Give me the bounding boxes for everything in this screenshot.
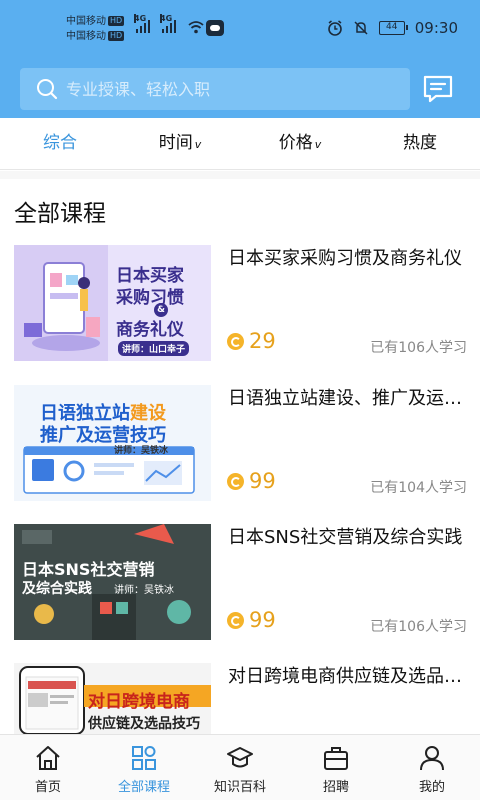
search-input[interactable] — [66, 79, 386, 99]
nav-knowledge[interactable]: 知识百科 — [192, 735, 288, 800]
carrier-2: 中国移动 — [66, 31, 106, 42]
bottom-nav: 首页 全部课程 知识百科 招聘 我的 — [0, 734, 480, 800]
course-thumbnail: 日本SNS社交营销 及综合实践 讲师：吴铁冰 — [14, 524, 211, 640]
course-title: 日语独立站建设、推广及运营技巧 — [228, 388, 464, 409]
carrier-info: 中国移动 HD 中国移动 HD — [66, 14, 125, 44]
course-price: 29 — [227, 329, 276, 353]
course-item[interactable]: 对日跨境电商 供应链及选品技巧 对日跨境电商供应链及选品技巧 — [0, 663, 480, 734]
battery-icon: 44 — [378, 21, 408, 35]
carrier-1: 中国移动 — [66, 16, 106, 27]
briefcase-icon — [324, 747, 348, 770]
course-price: 99 — [227, 469, 276, 493]
coin-icon — [227, 332, 244, 350]
tab-comprehensive[interactable]: 综合 — [0, 118, 120, 169]
sort-tabs: 综合 时间 v 价格 v 热度 — [0, 118, 480, 170]
divider — [0, 171, 480, 179]
learner-count: 已有106人学习 — [370, 619, 467, 635]
learner-count: 已有106人学习 — [370, 340, 467, 356]
course-thumbnail: 对日跨境电商 供应链及选品技巧 — [14, 663, 211, 734]
search-bar[interactable] — [20, 68, 410, 110]
signal-icon: 4G — [134, 14, 150, 33]
status-bar: 中国移动 HD 中国移动 HD 4G 4G 44 09:30 — [0, 0, 480, 60]
course-title: 对日跨境电商供应链及选品技巧 — [228, 666, 464, 687]
course-item[interactable]: 日语独立站建设 推广及运营技巧 讲师：吴铁冰 日语独立站建设、推广及运营技巧 9… — [0, 385, 480, 505]
chevron-down-icon: v — [314, 138, 322, 151]
course-price: 99 — [227, 608, 276, 632]
grid-icon — [132, 746, 156, 770]
nav-home[interactable]: 首页 — [0, 735, 96, 800]
app-notification-icon — [206, 20, 224, 36]
coin-icon — [227, 611, 244, 629]
course-item[interactable]: 日本SNS社交营销 及综合实践 讲师：吴铁冰 日本SNS社交营销及综合实践 99… — [0, 524, 480, 644]
hd-badge: HD — [108, 16, 125, 26]
nav-jobs[interactable]: 招聘 — [288, 735, 384, 800]
alarm-icon — [327, 20, 342, 36]
coin-icon — [227, 472, 244, 490]
home-icon — [36, 746, 60, 770]
nav-all-courses[interactable]: 全部课程 — [96, 735, 192, 800]
user-icon — [420, 746, 444, 771]
tab-price[interactable]: 价格 v — [240, 118, 360, 169]
course-thumbnail: 日语独立站建设 推广及运营技巧 讲师：吴铁冰 — [14, 385, 211, 501]
search-icon — [37, 79, 58, 100]
nav-mine[interactable]: 我的 — [384, 735, 480, 800]
graduation-cap-icon — [227, 747, 253, 768]
hd-badge: HD — [108, 31, 125, 41]
chevron-down-icon: v — [194, 138, 202, 151]
header: 中国移动 HD 中国移动 HD 4G 4G 44 09:30 专业授课、轻松入职 — [0, 0, 480, 118]
tab-time[interactable]: 时间 v — [120, 118, 240, 169]
course-title: 日本买家采购习惯及商务礼仪 — [228, 248, 462, 269]
wifi-icon — [188, 21, 204, 34]
mute-icon — [354, 21, 368, 35]
course-thumbnail: 日本买家 采购习惯 & 商务礼仪 讲师：山口幸子 — [14, 245, 211, 361]
learner-count: 已有104人学习 — [370, 480, 467, 496]
section-title: 全部课程 — [14, 201, 106, 227]
clock: 09:30 — [414, 19, 458, 37]
tab-popularity[interactable]: 热度 — [360, 118, 480, 169]
course-item[interactable]: 日本买家 采购习惯 & 商务礼仪 讲师：山口幸子 日本买家采购习惯及商务礼仪 2… — [0, 245, 480, 365]
message-icon[interactable] — [422, 74, 454, 104]
signal-icon: 4G — [160, 14, 176, 33]
course-title: 日本SNS社交营销及综合实践 — [228, 527, 463, 548]
